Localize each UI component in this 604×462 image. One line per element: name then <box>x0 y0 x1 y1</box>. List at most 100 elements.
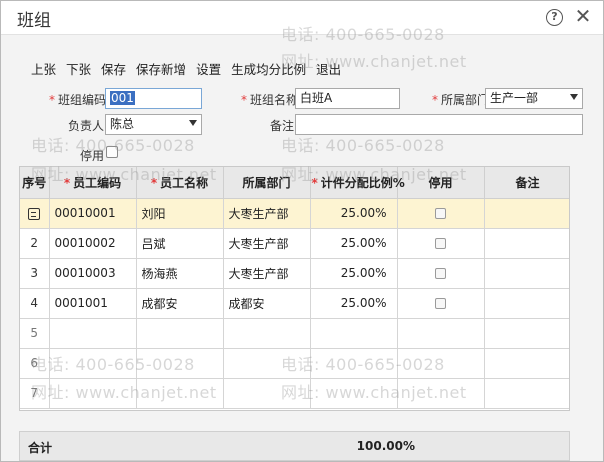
remark-cell[interactable] <box>484 258 569 289</box>
toolbar: 上张 下张 保存 保存新增 设置 生成均分比例 退出 <box>31 59 351 79</box>
disabled-cell[interactable] <box>397 318 485 349</box>
row-number-cell: 4 <box>20 288 50 319</box>
row-number-cell: 3 <box>20 258 50 289</box>
employee-name-cell[interactable] <box>136 378 224 409</box>
col-header-department[interactable]: 所属部门 <box>223 167 311 199</box>
chevron-down-icon <box>189 120 197 126</box>
disabled-cell[interactable] <box>397 258 485 289</box>
department-select[interactable]: 生产一部 <box>485 88 583 109</box>
employee-code-cell[interactable]: 00010003 <box>49 258 137 289</box>
department-cell[interactable]: 成都安 <box>223 288 311 319</box>
dialog-title: 班组 <box>17 11 51 31</box>
disabled-cell[interactable] <box>397 228 485 259</box>
group-name-input[interactable]: 白班A <box>295 88 400 109</box>
save-and-new-button[interactable]: 保存新增 <box>136 59 186 79</box>
remark-cell[interactable] <box>484 318 569 349</box>
table-row[interactable]: 3 00010003 杨海燕 大枣生产部 25.00% <box>20 258 569 289</box>
disabled-cell[interactable] <box>397 378 485 409</box>
employee-grid: 序号 * 员工编码 * 员工名称 所属部门 * 计件分配比例% 停用 备注 00010… <box>19 166 570 411</box>
employee-code-cell[interactable] <box>49 378 137 409</box>
help-icon[interactable]: ? <box>546 9 563 26</box>
row-disabled-checkbox[interactable] <box>435 238 446 249</box>
department-cell[interactable] <box>223 378 311 409</box>
group-name-label: * 班组名称 <box>241 93 299 107</box>
table-row[interactable]: 00010001 刘阳 大枣生产部 25.00% <box>20 198 569 229</box>
disabled-label: 停用 <box>80 149 105 163</box>
employee-name-cell[interactable] <box>136 318 224 349</box>
department-cell[interactable] <box>223 348 311 379</box>
disabled-cell[interactable] <box>397 198 485 229</box>
col-header-employee-name[interactable]: * 员工名称 <box>136 167 224 199</box>
table-row[interactable]: 7 <box>20 378 569 409</box>
table-row[interactable]: 6 <box>20 348 569 379</box>
employee-name-cell[interactable]: 杨海燕 <box>136 258 224 289</box>
remark-label: 备注 <box>270 119 295 133</box>
disabled-checkbox[interactable] <box>106 146 118 158</box>
remark-cell[interactable] <box>484 288 569 319</box>
department-cell[interactable]: 大枣生产部 <box>223 198 311 229</box>
employee-code-cell[interactable] <box>49 348 137 379</box>
row-cursor-cell <box>20 198 50 229</box>
disabled-cell[interactable] <box>397 288 485 319</box>
department-cell[interactable]: 大枣生产部 <box>223 228 311 259</box>
col-header-no: 序号 <box>20 167 50 199</box>
department-cell[interactable]: 大枣生产部 <box>223 258 311 289</box>
group-code-label: * 班组编码 <box>49 93 107 107</box>
ratio-cell[interactable] <box>310 348 398 379</box>
employee-code-cell[interactable] <box>49 318 137 349</box>
row-number-cell: 2 <box>20 228 50 259</box>
table-row[interactable]: 2 00010002 吕斌 大枣生产部 25.00% <box>20 228 569 259</box>
prev-record-button[interactable]: 上张 <box>31 59 56 79</box>
employee-name-cell[interactable]: 刘阳 <box>136 198 224 229</box>
ratio-cell[interactable]: 25.00% <box>310 288 398 319</box>
settings-button[interactable]: 设置 <box>196 59 221 79</box>
col-header-disabled[interactable]: 停用 <box>397 167 485 199</box>
close-icon[interactable]: ✕ <box>573 5 593 27</box>
save-button[interactable]: 保存 <box>101 59 126 79</box>
remark-cell[interactable] <box>484 228 569 259</box>
watermark-phone: 电话: 400-665-0028 <box>281 136 445 155</box>
grid-header-row: 序号 * 员工编码 * 员工名称 所属部门 * 计件分配比例% 停用 备注 <box>20 167 569 199</box>
row-disabled-checkbox[interactable] <box>435 208 446 219</box>
col-header-ratio[interactable]: * 计件分配比例% <box>310 167 405 199</box>
totals-row: 合计 100.00% <box>19 431 570 461</box>
remark-cell[interactable] <box>484 348 569 379</box>
group-code-input[interactable]: 001 <box>105 88 202 109</box>
department-cell[interactable] <box>223 318 311 349</box>
ratio-cell[interactable]: 25.00% <box>310 198 398 229</box>
employee-code-cell[interactable]: 00010001 <box>49 198 137 229</box>
chevron-down-icon <box>570 94 578 100</box>
row-number-cell: 6 <box>20 348 50 379</box>
disabled-cell[interactable] <box>397 348 485 379</box>
leader-select[interactable]: 陈总 <box>105 114 202 135</box>
employee-code-cell[interactable]: 00010002 <box>49 228 137 259</box>
remark-input[interactable] <box>295 114 583 135</box>
table-row[interactable]: 5 <box>20 318 569 349</box>
department-label: * 所属部门 <box>432 93 490 107</box>
row-number-cell: 5 <box>20 318 50 349</box>
ratio-cell[interactable] <box>310 378 398 409</box>
row-number-cell: 7 <box>20 378 50 409</box>
remark-cell[interactable] <box>484 378 569 409</box>
ratio-cell[interactable]: 25.00% <box>310 228 398 259</box>
row-disabled-checkbox[interactable] <box>435 298 446 309</box>
group-dialog: 班组 ? ✕ 上张 下张 保存 保存新增 设置 生成均分比例 退出 * 班组编码 … <box>0 0 604 462</box>
remark-cell[interactable] <box>484 198 569 229</box>
title-bar: 班组 ? ✕ <box>1 1 603 35</box>
employee-name-cell[interactable]: 吕斌 <box>136 228 224 259</box>
ratio-cell[interactable] <box>310 318 398 349</box>
employee-code-cell[interactable]: 0001001 <box>49 288 137 319</box>
table-row[interactable]: 4 0001001 成都安 成都安 25.00% <box>20 288 569 319</box>
exit-button[interactable]: 退出 <box>316 59 341 79</box>
row-disabled-checkbox[interactable] <box>435 268 446 279</box>
leader-label: 负责人 <box>68 119 105 133</box>
ratio-cell[interactable]: 25.00% <box>310 258 398 289</box>
next-record-button[interactable]: 下张 <box>66 59 91 79</box>
col-header-remark[interactable]: 备注 <box>484 167 569 199</box>
col-header-employee-code[interactable]: * 员工编码 <box>49 167 137 199</box>
row-editing-icon <box>28 207 41 220</box>
employee-name-cell[interactable]: 成都安 <box>136 288 224 319</box>
totals-ratio: 100.00% <box>356 439 415 453</box>
generate-even-ratio-button[interactable]: 生成均分比例 <box>231 59 306 79</box>
employee-name-cell[interactable] <box>136 348 224 379</box>
